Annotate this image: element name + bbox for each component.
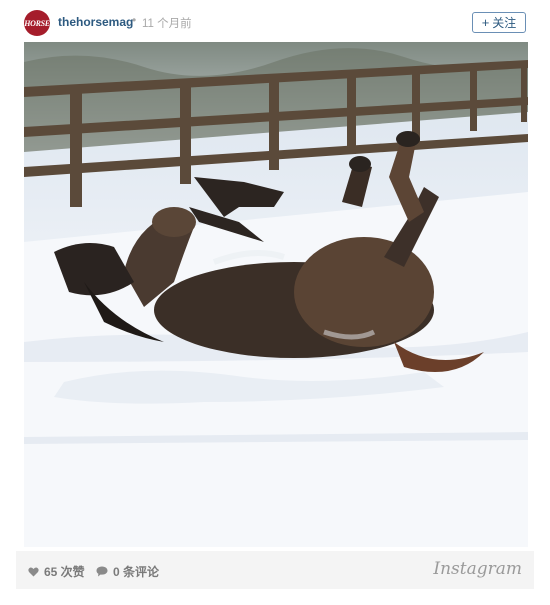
post-footer: 65 次赞 0 条评论 Instagram — [16, 551, 534, 589]
horse-rolling-in-snow-image — [24, 42, 528, 547]
comments-label: 0 条评论 — [113, 565, 160, 579]
comments-count[interactable]: 0 条评论 — [96, 563, 159, 580]
avatar[interactable]: HORSE — [24, 10, 50, 36]
post-header: HORSE thehorsemag • 11 个月前 + 关注 — [0, 0, 550, 42]
likes-count[interactable]: 65 次赞 — [28, 563, 85, 580]
avatar-logo-text: HORSE — [24, 18, 50, 28]
username-link[interactable]: thehorsemag — [58, 15, 133, 29]
separator-dot: • — [132, 13, 137, 27]
follow-button-label: 关注 — [492, 16, 517, 30]
instagram-embed-card: HORSE thehorsemag • 11 个月前 + 关注 65 次赞 0 … — [0, 0, 550, 605]
likes-label: 65 次赞 — [44, 565, 85, 579]
post-time[interactable]: 11 个月前 — [142, 15, 192, 31]
plus-icon: + — [481, 15, 490, 30]
comment-icon — [96, 566, 108, 577]
post-photo[interactable] — [24, 42, 528, 547]
follow-button[interactable]: + 关注 — [472, 12, 526, 33]
heart-icon — [28, 567, 39, 576]
instagram-logo[interactable]: Instagram — [433, 559, 522, 579]
